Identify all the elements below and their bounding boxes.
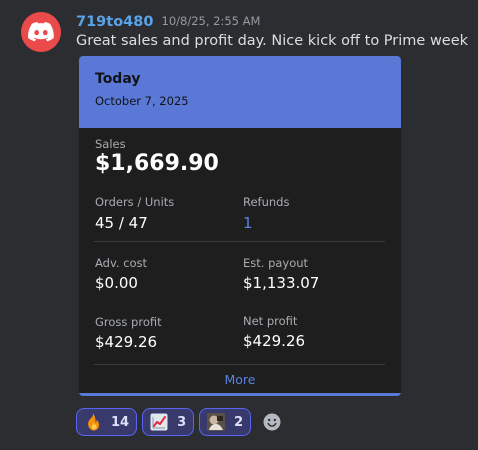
reaction-fire[interactable]: 14	[76, 408, 138, 436]
chart-increasing-emoji-icon	[149, 412, 169, 432]
gross-profit-value: $429.26	[95, 333, 158, 351]
avatar[interactable]	[21, 12, 61, 52]
net-profit-label: Net profit	[243, 314, 298, 328]
gross-profit-label: Gross profit	[95, 315, 162, 329]
message-header: 719to480 10/8/25, 2:55 AM	[76, 11, 261, 30]
reaction-chart-increasing[interactable]: 3	[142, 408, 195, 436]
sales-label: Sales	[95, 137, 126, 151]
card-accent-bar	[79, 393, 401, 396]
more-link[interactable]: More	[79, 372, 401, 387]
reactions-bar: 14 3 2	[76, 408, 286, 436]
chat-message: 719to480 10/8/25, 2:55 AM Great sales an…	[0, 0, 478, 450]
refunds-value[interactable]: 1	[243, 214, 253, 232]
adv-cost-value: $0.00	[95, 274, 138, 292]
est-payout-value: $1,133.07	[243, 274, 320, 292]
reaction-custom[interactable]: 2	[199, 408, 252, 436]
add-reaction-smile-icon	[263, 413, 281, 431]
fire-emoji-icon	[83, 412, 103, 432]
reaction-count: 14	[111, 414, 130, 430]
message-timestamp: 10/8/25, 2:55 AM	[161, 14, 261, 28]
orders-units-label: Orders / Units	[95, 195, 175, 209]
sales-value: $1,669.90	[95, 151, 219, 176]
sales-summary-card: Today October 7, 2025 Sales $1,669.90 Or…	[79, 56, 401, 396]
refunds-label: Refunds	[243, 195, 290, 209]
card-body: Sales $1,669.90 Orders / Units 45 / 47 R…	[79, 128, 401, 393]
net-profit-value: $429.26	[243, 332, 306, 350]
card-header: Today October 7, 2025	[79, 56, 401, 128]
discord-logo-icon	[28, 22, 54, 42]
adv-cost-label: Adv. cost	[95, 256, 148, 270]
message-text: Great sales and profit day. Nice kick of…	[76, 33, 469, 49]
card-date: October 7, 2025	[95, 94, 189, 108]
add-reaction-button[interactable]	[258, 408, 286, 436]
reaction-count: 2	[234, 414, 244, 430]
custom-emoji-icon	[206, 412, 226, 432]
username[interactable]: 719to480	[76, 14, 153, 30]
orders-units-value: 45 / 47	[95, 214, 148, 232]
divider	[94, 364, 385, 365]
reaction-count: 3	[177, 414, 187, 430]
divider	[94, 241, 385, 242]
card-title: Today	[95, 71, 141, 87]
est-payout-label: Est. payout	[243, 256, 309, 270]
